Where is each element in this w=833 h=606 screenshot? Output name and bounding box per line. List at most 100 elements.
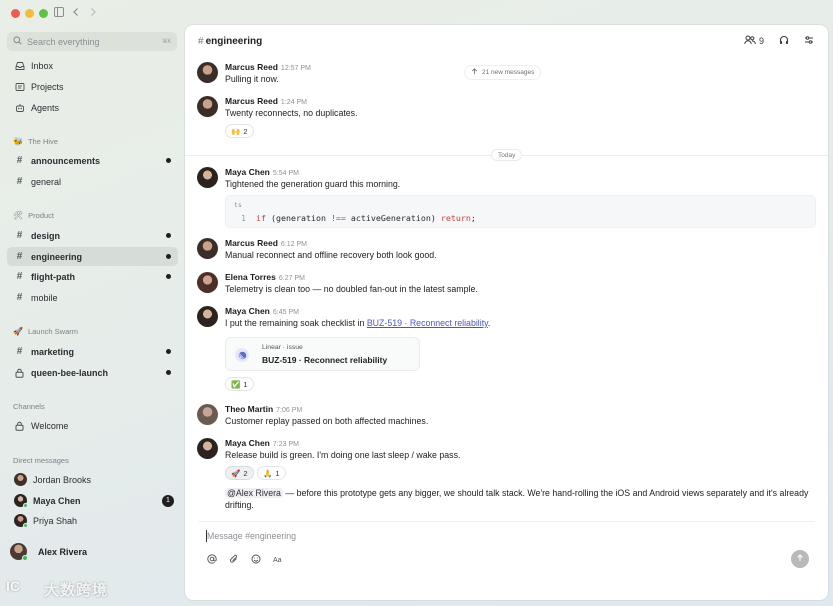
back-arrow-icon[interactable] [71, 7, 81, 17]
sidebar-item-flight-path[interactable]: # flight-path [7, 267, 178, 286]
raised-hands-icon: 🙌 [231, 126, 241, 136]
rocket-icon: 🚀 [13, 327, 23, 336]
members-button[interactable]: 9 [744, 35, 764, 47]
message-author[interactable]: Theo Martin [225, 404, 273, 414]
close-window-button[interactable] [11, 9, 20, 18]
reaction-chip[interactable]: ✅ 1 [225, 377, 254, 391]
avatar[interactable] [197, 306, 218, 327]
minimize-window-button[interactable] [25, 9, 34, 18]
sidebar-item-agents[interactable]: Agents [7, 98, 178, 117]
section-header-channels[interactable]: Channels [13, 402, 45, 411]
message-text: Twenty reconnects, no duplicates. [225, 108, 358, 118]
dm-item-priya-shah[interactable]: Priya Shah [7, 511, 178, 530]
headphones-icon[interactable] [779, 35, 789, 47]
new-messages-pill[interactable]: 21 new messages [464, 65, 542, 80]
emoji-icon[interactable] [251, 554, 261, 566]
avatar [14, 473, 27, 486]
code-block[interactable]: ts 1 if (generation !== activeGeneration)… [225, 195, 816, 228]
message-author[interactable]: Maya Chen [225, 438, 270, 448]
avatar[interactable] [197, 167, 218, 188]
header-actions: 9 [744, 35, 814, 47]
reaction-chip[interactable]: 🙌 2 [225, 124, 254, 138]
channel-title: # engineering [198, 36, 263, 47]
online-indicator [23, 523, 28, 528]
sidebar-item-general[interactable]: # general [7, 172, 178, 191]
hash-icon: # [16, 155, 23, 166]
avatar[interactable] [197, 96, 218, 117]
sidebar-item-welcome[interactable]: Welcome [7, 416, 178, 435]
mention-icon[interactable] [207, 554, 217, 566]
message-author[interactable]: Elena Torres [225, 272, 276, 282]
section-header-direct-messages[interactable]: Direct messages [13, 456, 69, 465]
hash-icon: # [198, 36, 204, 47]
attachment-icon[interactable] [229, 554, 239, 566]
avatar[interactable] [197, 404, 218, 425]
section-header-launch-swarm[interactable]: 🚀 Launch Swarm [13, 327, 78, 336]
tools-icon: 🛠 [13, 211, 24, 220]
watermark-text: 大数跨境 [44, 582, 109, 599]
user-mention[interactable]: @Alex Rivera [225, 488, 283, 498]
linked-issue-card[interactable]: Linear · issue BUZ-519 · Reconnect relia… [225, 337, 420, 371]
section-header-product[interactable]: 🛠 Product [13, 211, 54, 220]
message-author[interactable]: Marcus Reed [225, 96, 278, 106]
search-placeholder: Search everything [27, 36, 100, 47]
message-text: Telemetry is clean too — no doubled fan-… [225, 284, 478, 294]
section-header-the-hive[interactable]: 🐝 The Hive [13, 137, 58, 146]
avatar[interactable] [197, 272, 218, 293]
sidebar-item-queen-bee-launch[interactable]: queen-bee-launch [7, 363, 178, 382]
channel-panel: # engineering 9 21 new messages Marcus Re… [185, 25, 828, 600]
message-author[interactable]: Maya Chen [225, 167, 270, 177]
hash-icon: # [16, 271, 23, 282]
message-time: 12:57 PM [280, 65, 311, 72]
send-button[interactable] [791, 550, 809, 568]
issue-link[interactable]: BUZ-519 · Reconnect reliability [367, 318, 488, 328]
hash-icon: # [16, 176, 23, 187]
folded-hands-icon: 🙏 [263, 468, 273, 478]
window-controls [11, 9, 48, 18]
online-indicator [22, 555, 28, 561]
sidebar-toggle-icon[interactable] [54, 7, 64, 17]
sidebar-item-inbox[interactable]: Inbox [7, 56, 178, 75]
search-input[interactable]: Search everything ⌘K [7, 32, 177, 51]
message-time: 6:45 PM [272, 309, 299, 316]
agents-icon [14, 103, 25, 113]
formatting-button[interactable]: Aa [273, 557, 282, 564]
message-text: Manual reconnect and offline recovery bo… [225, 250, 437, 260]
sidebar-item-mobile[interactable]: # mobile [7, 288, 178, 307]
message-author[interactable]: Marcus Reed [225, 238, 278, 248]
avatar[interactable] [197, 62, 218, 83]
zoom-window-button[interactable] [39, 9, 48, 18]
sidebar-item-projects[interactable]: Projects [7, 77, 178, 96]
message-composer: Message #engineering Aa [198, 521, 815, 575]
message-author[interactable]: Marcus Reed [225, 62, 278, 72]
lock-icon [14, 368, 25, 378]
dm-item-jordan-brooks[interactable]: Jordan Brooks [7, 470, 178, 489]
sidebar-item-design[interactable]: # design [7, 226, 178, 245]
issue-source: Linear · issue [262, 344, 303, 351]
dm-item-maya-chen[interactable]: Maya Chen 1 [7, 491, 178, 510]
hash-icon: # [16, 251, 23, 262]
forward-arrow-icon[interactable] [88, 7, 98, 17]
avatar[interactable] [197, 238, 218, 259]
settings-sliders-icon[interactable] [804, 35, 814, 47]
message-time: 6:12 PM [280, 241, 307, 248]
code-language: ts [234, 201, 242, 209]
member-count: 9 [758, 36, 764, 46]
message-author[interactable]: Maya Chen [225, 306, 270, 316]
reaction-chip[interactable]: 🚀 2 [225, 466, 254, 480]
avatar[interactable] [197, 438, 218, 459]
message-input[interactable]: Message #engineering [207, 531, 296, 541]
sidebar-item-engineering[interactable]: # engineering [7, 247, 178, 266]
sidebar-item-announcements[interactable]: # announcements [7, 151, 178, 170]
message-time: 5:54 PM [272, 170, 299, 177]
reaction-chip[interactable]: 🙏 1 [257, 466, 286, 480]
watermark-logo: IC [6, 578, 20, 594]
unread-dot [166, 349, 171, 354]
current-user-name: Alex Rivera [38, 546, 88, 557]
bee-icon: 🐝 [13, 137, 23, 146]
sidebar: Search everything ⌘K Inbox Projects Agen… [0, 30, 185, 606]
message-text: @Alex Rivera — before this prototype get… [225, 488, 809, 510]
arrow-up-icon [471, 68, 478, 77]
sidebar-item-marketing[interactable]: # marketing [7, 342, 178, 361]
current-user[interactable]: Alex Rivera [10, 543, 88, 561]
